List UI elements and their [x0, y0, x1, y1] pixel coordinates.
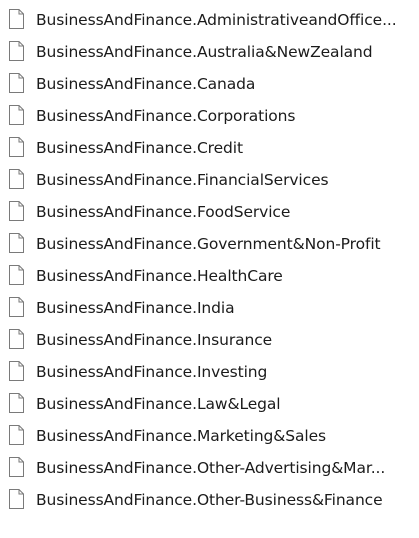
- file-name: BusinessAndFinance.Other-Advertising&Mar…: [36, 459, 386, 477]
- file-list-item[interactable]: BusinessAndFinance.Australia&NewZealand: [0, 36, 419, 68]
- file-icon: [9, 329, 24, 349]
- file-name: BusinessAndFinance.Insurance: [36, 331, 273, 349]
- file-list-item[interactable]: BusinessAndFinance.Other-Business&Financ…: [0, 484, 419, 516]
- file-list-item[interactable]: BusinessAndFinance.Other-Advertising&Mar…: [0, 452, 419, 484]
- file-name: BusinessAndFinance.Credit: [36, 139, 243, 157]
- file-list-item[interactable]: BusinessAndFinance.Law&Legal: [0, 388, 419, 420]
- file-icon: [9, 425, 24, 445]
- file-icon: [9, 265, 24, 285]
- file-name: BusinessAndFinance.HealthCare: [36, 267, 283, 285]
- file-icon: [9, 489, 24, 509]
- file-list-item[interactable]: BusinessAndFinance.Corporations: [0, 100, 419, 132]
- file-name: BusinessAndFinance.Corporations: [36, 107, 296, 125]
- file-list-item[interactable]: BusinessAndFinance.India: [0, 292, 419, 324]
- file-icon: [9, 169, 24, 189]
- file-name: BusinessAndFinance.India: [36, 299, 235, 317]
- file-list-item[interactable]: BusinessAndFinance.Government&Non-Profit: [0, 228, 419, 260]
- file-name: BusinessAndFinance.Law&Legal: [36, 395, 281, 413]
- file-list-item[interactable]: BusinessAndFinance.Insurance: [0, 324, 419, 356]
- file-list-item[interactable]: BusinessAndFinance.FinancialServices: [0, 164, 419, 196]
- file-icon: [9, 393, 24, 413]
- file-name: BusinessAndFinance.Canada: [36, 75, 256, 93]
- file-icon: [9, 105, 24, 125]
- file-name: BusinessAndFinance.Marketing&Sales: [36, 427, 327, 445]
- file-list: BusinessAndFinance.AdministrativeandOffi…: [0, 4, 419, 516]
- file-name: BusinessAndFinance.AdministrativeandOffi…: [36, 11, 397, 29]
- file-name: BusinessAndFinance.Government&Non-Profit: [36, 235, 381, 253]
- file-icon: [9, 297, 24, 317]
- file-list-item[interactable]: BusinessAndFinance.Credit: [0, 132, 419, 164]
- file-icon: [9, 137, 24, 157]
- file-name: BusinessAndFinance.FinancialServices: [36, 171, 329, 189]
- file-icon: [9, 201, 24, 221]
- file-icon: [9, 9, 24, 29]
- file-name: BusinessAndFinance.FoodService: [36, 203, 291, 221]
- file-list-item[interactable]: BusinessAndFinance.Canada: [0, 68, 419, 100]
- file-list-item[interactable]: BusinessAndFinance.FoodService: [0, 196, 419, 228]
- file-icon: [9, 457, 24, 477]
- file-name: BusinessAndFinance.Investing: [36, 363, 268, 381]
- file-list-item[interactable]: BusinessAndFinance.HealthCare: [0, 260, 419, 292]
- file-icon: [9, 233, 24, 253]
- file-name: BusinessAndFinance.Australia&NewZealand: [36, 43, 373, 61]
- file-icon: [9, 73, 24, 93]
- file-list-item[interactable]: BusinessAndFinance.Investing: [0, 356, 419, 388]
- file-icon: [9, 361, 24, 381]
- file-list-item[interactable]: BusinessAndFinance.Marketing&Sales: [0, 420, 419, 452]
- file-icon: [9, 41, 24, 61]
- file-list-item[interactable]: BusinessAndFinance.AdministrativeandOffi…: [0, 4, 419, 36]
- file-name: BusinessAndFinance.Other-Business&Financ…: [36, 491, 383, 509]
